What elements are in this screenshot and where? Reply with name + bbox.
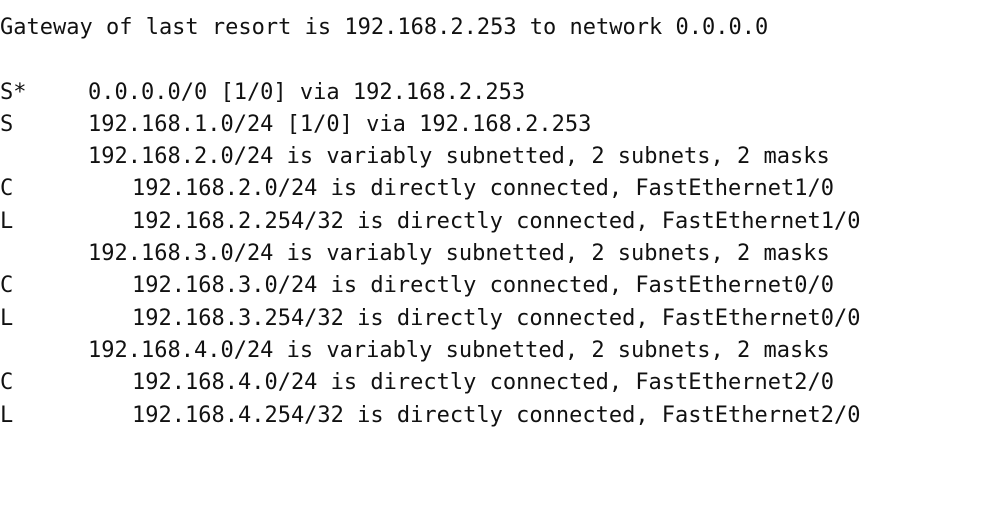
terminal-output: Gateway of last resort is 192.168.2.253 …	[0, 12, 1000, 432]
route-line: C 192.168.4.0/24 is directly connected, …	[0, 367, 1000, 399]
route-line: S 192.168.1.0/24 [1/0] via 192.168.2.253	[0, 109, 1000, 141]
route-code: S*	[0, 79, 27, 105]
route-code: C	[0, 176, 14, 202]
route-line: C 192.168.3.0/24 is directly connected, …	[0, 270, 1000, 302]
route-line: L 192.168.4.254/32 is directly connected…	[0, 400, 1000, 432]
route-code: C	[0, 273, 14, 299]
route-code: L	[0, 305, 14, 331]
route-summary-line: 192.168.3.0/24 is variably subnetted, 2 …	[0, 238, 1000, 270]
route-text: 192.168.3.0/24 is variably subnetted, 2 …	[88, 241, 830, 267]
route-text: 192.168.3.0/24 is directly connected, Fa…	[132, 273, 834, 299]
route-text: 0.0.0.0/0 [1/0] via 192.168.2.253	[88, 79, 526, 105]
route-code: S	[0, 111, 14, 137]
route-line: C 192.168.2.0/24 is directly connected, …	[0, 173, 1000, 205]
route-code: L	[0, 402, 14, 428]
route-text: 192.168.4.0/24 is variably subnetted, 2 …	[88, 337, 830, 363]
gateway-text: Gateway of last resort is 192.168.2.253 …	[0, 15, 769, 40]
route-text: 192.168.2.0/24 is variably subnetted, 2 …	[88, 144, 830, 170]
route-text: 192.168.2.254/32 is directly connected, …	[132, 208, 861, 234]
route-text: 192.168.3.254/32 is directly connected, …	[132, 305, 861, 331]
route-line: L 192.168.3.254/32 is directly connected…	[0, 303, 1000, 335]
gateway-line: Gateway of last resort is 192.168.2.253 …	[0, 12, 1000, 44]
route-line: L 192.168.2.254/32 is directly connected…	[0, 206, 1000, 238]
route-code: C	[0, 370, 14, 396]
route-summary-line: 192.168.4.0/24 is variably subnetted, 2 …	[0, 335, 1000, 367]
route-text: 192.168.2.0/24 is directly connected, Fa…	[132, 176, 834, 202]
route-text: 192.168.4.254/32 is directly connected, …	[132, 402, 861, 428]
route-code: L	[0, 208, 14, 234]
route-text: 192.168.1.0/24 [1/0] via 192.168.2.253	[88, 111, 592, 137]
route-text: 192.168.4.0/24 is directly connected, Fa…	[132, 370, 834, 396]
route-line: S* 0.0.0.0/0 [1/0] via 192.168.2.253	[0, 77, 1000, 109]
route-summary-line: 192.168.2.0/24 is variably subnetted, 2 …	[0, 141, 1000, 173]
